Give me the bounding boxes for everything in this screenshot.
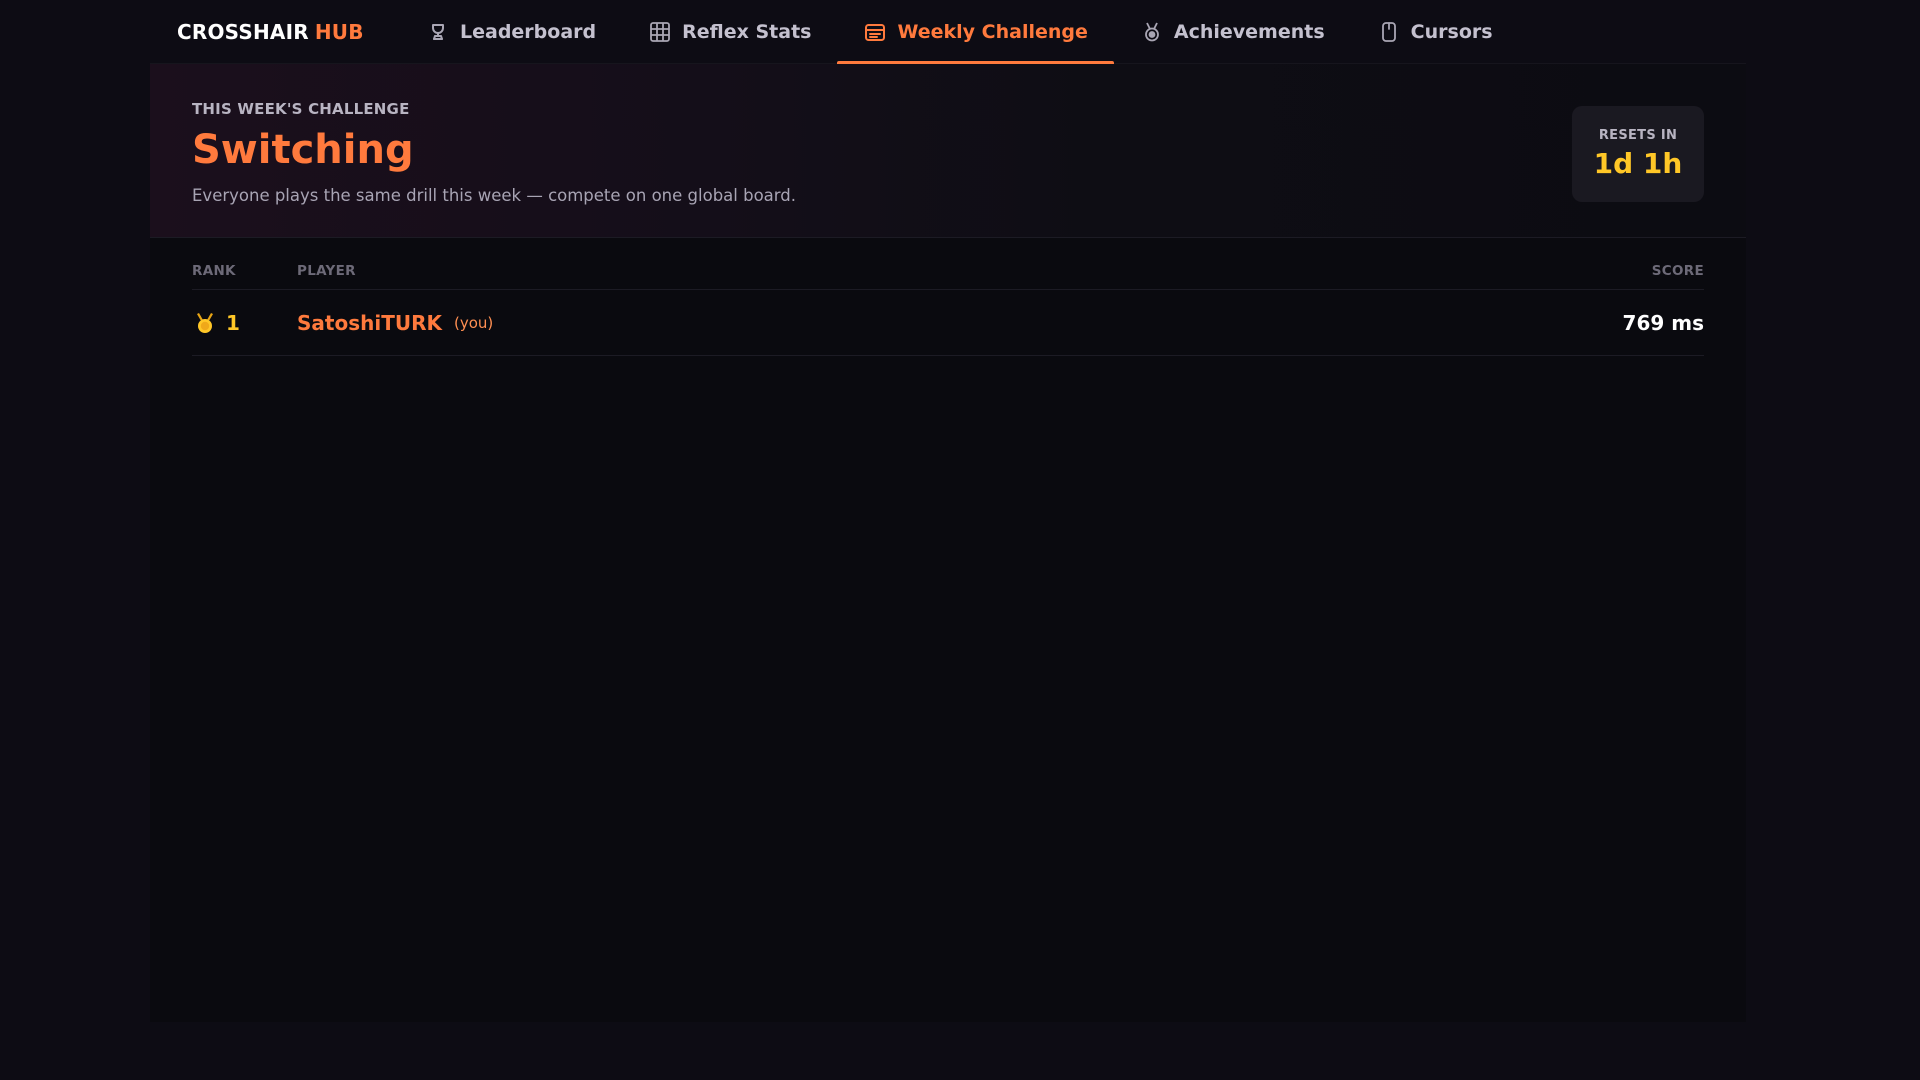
tab-leaderboard[interactable]: Leaderboard [400,0,622,64]
table-row[interactable]: 1 SatoshiTURK (you) 769 ms [192,290,1704,356]
top-navigation-bar: CROSSHAIR HUB Leaderboard Reflex Stats W… [150,0,1746,64]
tab-leaderboard-label: Leaderboard [460,21,597,43]
header-score: SCORE [1651,263,1704,279]
calendar-icon [863,20,887,44]
tab-cursors-label: Cursors [1410,21,1493,43]
tab-weekly-challenge[interactable]: Weekly Challenge [837,0,1115,64]
mouse-icon [1377,20,1401,44]
tab-weekly-challenge-label: Weekly Challenge [897,21,1088,43]
score-cell: 769 ms [1622,310,1704,335]
medal-icon [1140,20,1164,44]
tab-cursors[interactable]: Cursors [1351,0,1519,64]
trophy-icon [426,20,450,44]
gold-medal-icon [192,310,218,336]
header-player: PLAYER [297,263,356,279]
player-name[interactable]: SatoshiTURK [297,311,442,335]
challenge-title: Switching [192,127,414,173]
reset-timer-label: RESETS IN [1598,128,1678,143]
tab-reflex-stats[interactable]: Reflex Stats [622,0,837,64]
table-header: RANK PLAYER SCORE [192,238,1704,290]
tab-achievements[interactable]: Achievements [1114,0,1351,64]
tab-reflex-stats-label: Reflex Stats [682,21,812,43]
tab-achievements-label: Achievements [1173,21,1325,43]
stats-grid-icon [648,20,672,44]
challenge-label: THIS WEEK'S CHALLENGE [192,100,410,118]
app-logo[interactable]: CROSSHAIR HUB [177,0,364,64]
reset-timer-value: 1d 1h [1593,147,1683,180]
rank-number: 1 [226,310,240,335]
challenge-description: Everyone plays the same drill this week … [192,186,796,205]
header-rank: RANK [192,263,236,279]
reset-timer-card: RESETS IN 1d 1h [1572,106,1704,202]
player-cell: SatoshiTURK (you) [297,311,1504,335]
brand-secondary-text: HUB [314,20,364,44]
main-nav: Leaderboard Reflex Stats Weekly Challeng… [400,0,1519,64]
challenge-leaderboard-table: RANK PLAYER SCORE 1 SatoshiTURK (you) 76… [150,238,1746,356]
brand-primary-text: CROSSHAIR [177,20,309,44]
challenge-header: THIS WEEK'S CHALLENGE Switching Everyone… [150,64,1746,238]
main-content: THIS WEEK'S CHALLENGE Switching Everyone… [150,64,1746,1022]
rank-cell: 1 [192,310,297,336]
you-tag: (you) [453,313,494,332]
